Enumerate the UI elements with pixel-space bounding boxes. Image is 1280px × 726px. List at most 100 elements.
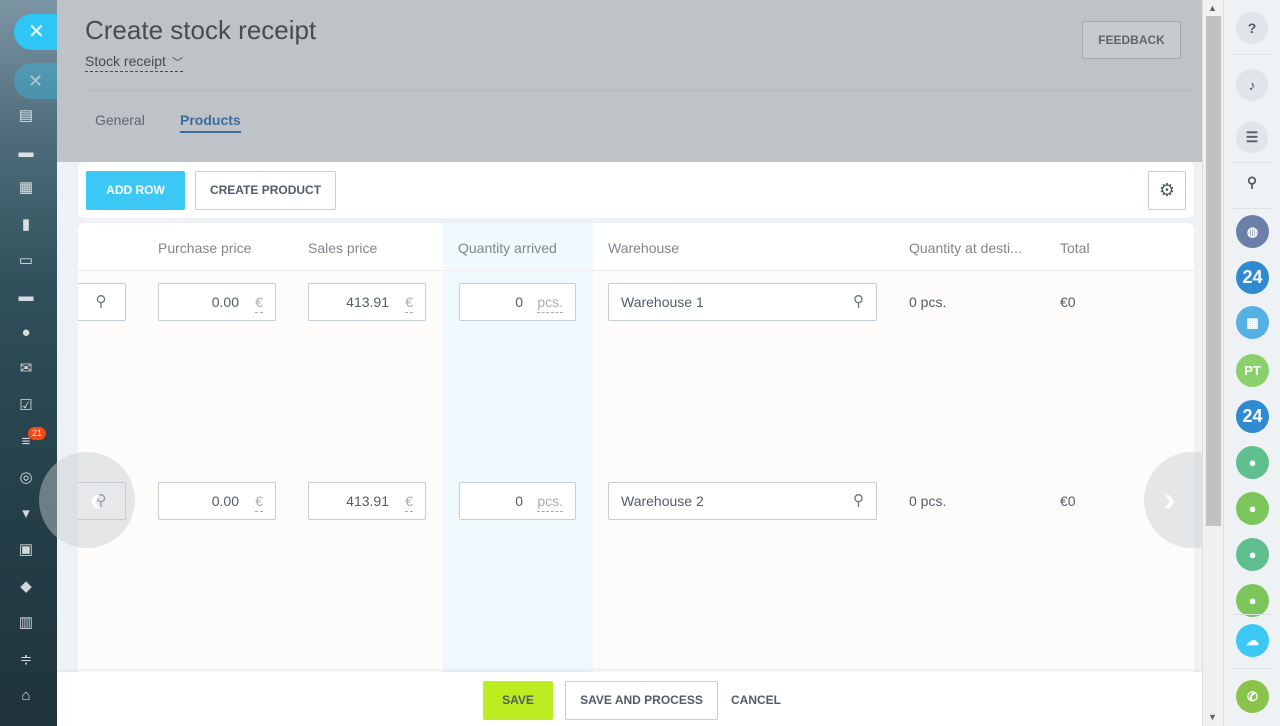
settings-sliders-icon[interactable]: ≑ bbox=[16, 650, 36, 670]
sales-price-field[interactable]: 413.91 € bbox=[308, 283, 426, 321]
quantity-value: 0 bbox=[515, 493, 523, 509]
robot-icon[interactable]: ▭ bbox=[16, 251, 36, 271]
warehouse-field[interactable]: Warehouse 1 ⚲ bbox=[608, 283, 877, 321]
task-icon[interactable]: ☑ bbox=[16, 396, 36, 416]
bell-icon[interactable]: ♪ bbox=[1236, 69, 1268, 101]
scroll-up-arrow-icon[interactable]: ▲ bbox=[1208, 3, 1217, 13]
save-button[interactable]: SAVE bbox=[483, 681, 553, 720]
group-icon[interactable]: ● bbox=[16, 323, 36, 343]
chevron-right-icon: › bbox=[1164, 481, 1176, 519]
currency-selector[interactable]: € bbox=[255, 292, 263, 313]
currency-selector[interactable]: € bbox=[405, 491, 413, 512]
settings-button[interactable]: ⚙ bbox=[1148, 171, 1186, 210]
close-icon: ✕ bbox=[28, 71, 44, 91]
feed-icon[interactable]: ▤ bbox=[16, 106, 36, 126]
tab-general[interactable]: General bbox=[95, 112, 145, 128]
footer-bar: SAVE SAVE AND PROCESS CANCEL bbox=[57, 672, 1202, 726]
sales-price-value: 413.91 bbox=[346, 294, 389, 310]
contact-card-icon[interactable]: ▣ bbox=[16, 540, 36, 560]
divider bbox=[1232, 614, 1272, 615]
tab-products[interactable]: Products bbox=[180, 112, 241, 133]
group-chat-icon[interactable]: ● bbox=[1236, 446, 1269, 479]
cart-icon[interactable]: ▾ bbox=[16, 504, 36, 524]
scroll-down-arrow-icon[interactable]: ▼ bbox=[1208, 712, 1217, 722]
calendar-icon[interactable]: ▦ bbox=[1236, 306, 1269, 339]
column-header[interactable]: Quantity at desti... bbox=[909, 240, 1022, 256]
save-and-process-button[interactable]: SAVE AND PROCESS bbox=[565, 681, 718, 720]
doc-type-label: Stock receipt bbox=[85, 53, 166, 69]
chevron-down-icon: ﹀ bbox=[171, 57, 183, 69]
chat-bubble-icon[interactable]: ☰ bbox=[1236, 121, 1268, 153]
warehouse-field[interactable]: Warehouse 2 ⚲ bbox=[608, 482, 877, 520]
group-chat-icon[interactable]: ● bbox=[1236, 584, 1269, 617]
group-chat-icon[interactable]: ● bbox=[1236, 538, 1269, 571]
warehouse-value: Warehouse 1 bbox=[621, 294, 704, 310]
total-value: €0 bbox=[1060, 493, 1076, 509]
column-header[interactable]: Purchase price bbox=[158, 240, 251, 256]
divider bbox=[1232, 208, 1272, 209]
slider-panel: Create stock receipt Stock receipt ﹀ FEED… bbox=[39, 0, 1240, 726]
mail-icon[interactable]: ✉ bbox=[16, 359, 36, 379]
bitrix24-avatar[interactable]: 24 bbox=[1236, 400, 1269, 433]
left-sidebar: ✕ ✕ ▤ ▬ ▦ ▮ ▭ ▬ ● ✉ ☑ ≡ 21 ◎ ▾ ▣ ◆ ▥ ≑ ⌂ bbox=[0, 0, 57, 726]
divider bbox=[1232, 668, 1272, 669]
column-header[interactable]: Warehouse bbox=[608, 240, 679, 256]
create-product-button[interactable]: CREATE PRODUCT bbox=[195, 171, 336, 210]
gear-icon: ⚙ bbox=[1158, 180, 1176, 200]
document-icon[interactable]: ▮ bbox=[16, 215, 36, 235]
product-search-button[interactable]: ⚲ bbox=[78, 283, 126, 321]
purchase-price-field[interactable]: 0.00 € bbox=[158, 283, 276, 321]
purchase-price-value: 0.00 bbox=[211, 294, 239, 310]
unit-selector[interactable]: pcs. bbox=[537, 292, 563, 313]
scroll-left-button[interactable]: ‹ bbox=[39, 452, 135, 548]
product-toolbar: ADD ROW CREATE PRODUCT ⚙ bbox=[78, 162, 1194, 218]
search-icon: ⚲ bbox=[95, 293, 107, 310]
target-icon[interactable]: ◎ bbox=[16, 468, 36, 488]
quantity-value: 0 bbox=[515, 294, 523, 310]
drive-icon[interactable]: ▬ bbox=[16, 287, 36, 307]
total-value: €0 bbox=[1060, 294, 1076, 310]
chat-icon[interactable]: ▬ bbox=[16, 143, 36, 163]
counter-badge: 21 bbox=[28, 427, 47, 440]
bitrix24-avatar[interactable]: 24 bbox=[1236, 261, 1269, 294]
table-row: ⚲ 0.00 € 413.91 € 0 pcs. Warehouse 2 ⚲ 0… bbox=[78, 470, 1194, 670]
scrollbar-thumb[interactable] bbox=[1206, 16, 1221, 526]
search-icon[interactable]: ⚲ bbox=[853, 284, 864, 320]
cloud-icon[interactable]: ☁ bbox=[1236, 624, 1269, 657]
qty-destination-value: 0 pcs. bbox=[909, 493, 947, 509]
help-icon[interactable]: ? bbox=[1236, 12, 1268, 44]
scrollbar[interactable]: ▲ ▼ bbox=[1202, 0, 1223, 726]
currency-selector[interactable]: € bbox=[405, 292, 413, 313]
home-icon[interactable]: ⌂ bbox=[16, 686, 36, 706]
warehouse-value: Warehouse 2 bbox=[621, 493, 704, 509]
cancel-button[interactable]: CANCEL bbox=[731, 681, 781, 720]
doc-type-selector[interactable]: Stock receipt ﹀ bbox=[85, 53, 183, 72]
sites-icon[interactable]: ▥ bbox=[16, 613, 36, 633]
column-header[interactable]: Quantity arrived bbox=[458, 240, 557, 256]
search-icon[interactable]: ⚲ bbox=[1236, 166, 1268, 198]
phone-icon[interactable]: ✆ bbox=[1236, 680, 1269, 713]
currency-selector[interactable]: € bbox=[255, 491, 263, 512]
quantity-field[interactable]: 0 pcs. bbox=[459, 482, 576, 520]
unit-selector[interactable]: pcs. bbox=[537, 491, 563, 512]
sales-price-field[interactable]: 413.91 € bbox=[308, 482, 426, 520]
avatar[interactable]: PT bbox=[1236, 354, 1269, 387]
close-previous-slider-button[interactable]: ✕ bbox=[14, 63, 57, 99]
feedback-button[interactable]: FEEDBACK bbox=[1082, 21, 1181, 59]
box-icon[interactable]: ◆ bbox=[16, 577, 36, 597]
purchase-price-field[interactable]: 0.00 € bbox=[158, 482, 276, 520]
table-row: ⚲ 0.00 € 413.91 € 0 pcs. Warehouse 1 ⚲ 0… bbox=[78, 271, 1194, 471]
divider bbox=[1232, 162, 1272, 163]
quantity-field[interactable]: 0 pcs. bbox=[459, 283, 576, 321]
group-chat-icon[interactable]: ● bbox=[1236, 492, 1269, 525]
close-slider-button[interactable]: ✕ bbox=[14, 14, 57, 50]
avatar[interactable]: ◍ bbox=[1236, 215, 1269, 248]
divider bbox=[85, 90, 1192, 91]
calendar-icon[interactable]: ▦ bbox=[16, 178, 36, 198]
chevron-left-icon: ‹ bbox=[89, 481, 101, 519]
column-header[interactable]: Total bbox=[1060, 240, 1090, 256]
search-icon[interactable]: ⚲ bbox=[853, 483, 864, 519]
add-row-button[interactable]: ADD ROW bbox=[86, 171, 185, 210]
page-title: Create stock receipt bbox=[85, 15, 317, 45]
column-header[interactable]: Sales price bbox=[308, 240, 377, 256]
